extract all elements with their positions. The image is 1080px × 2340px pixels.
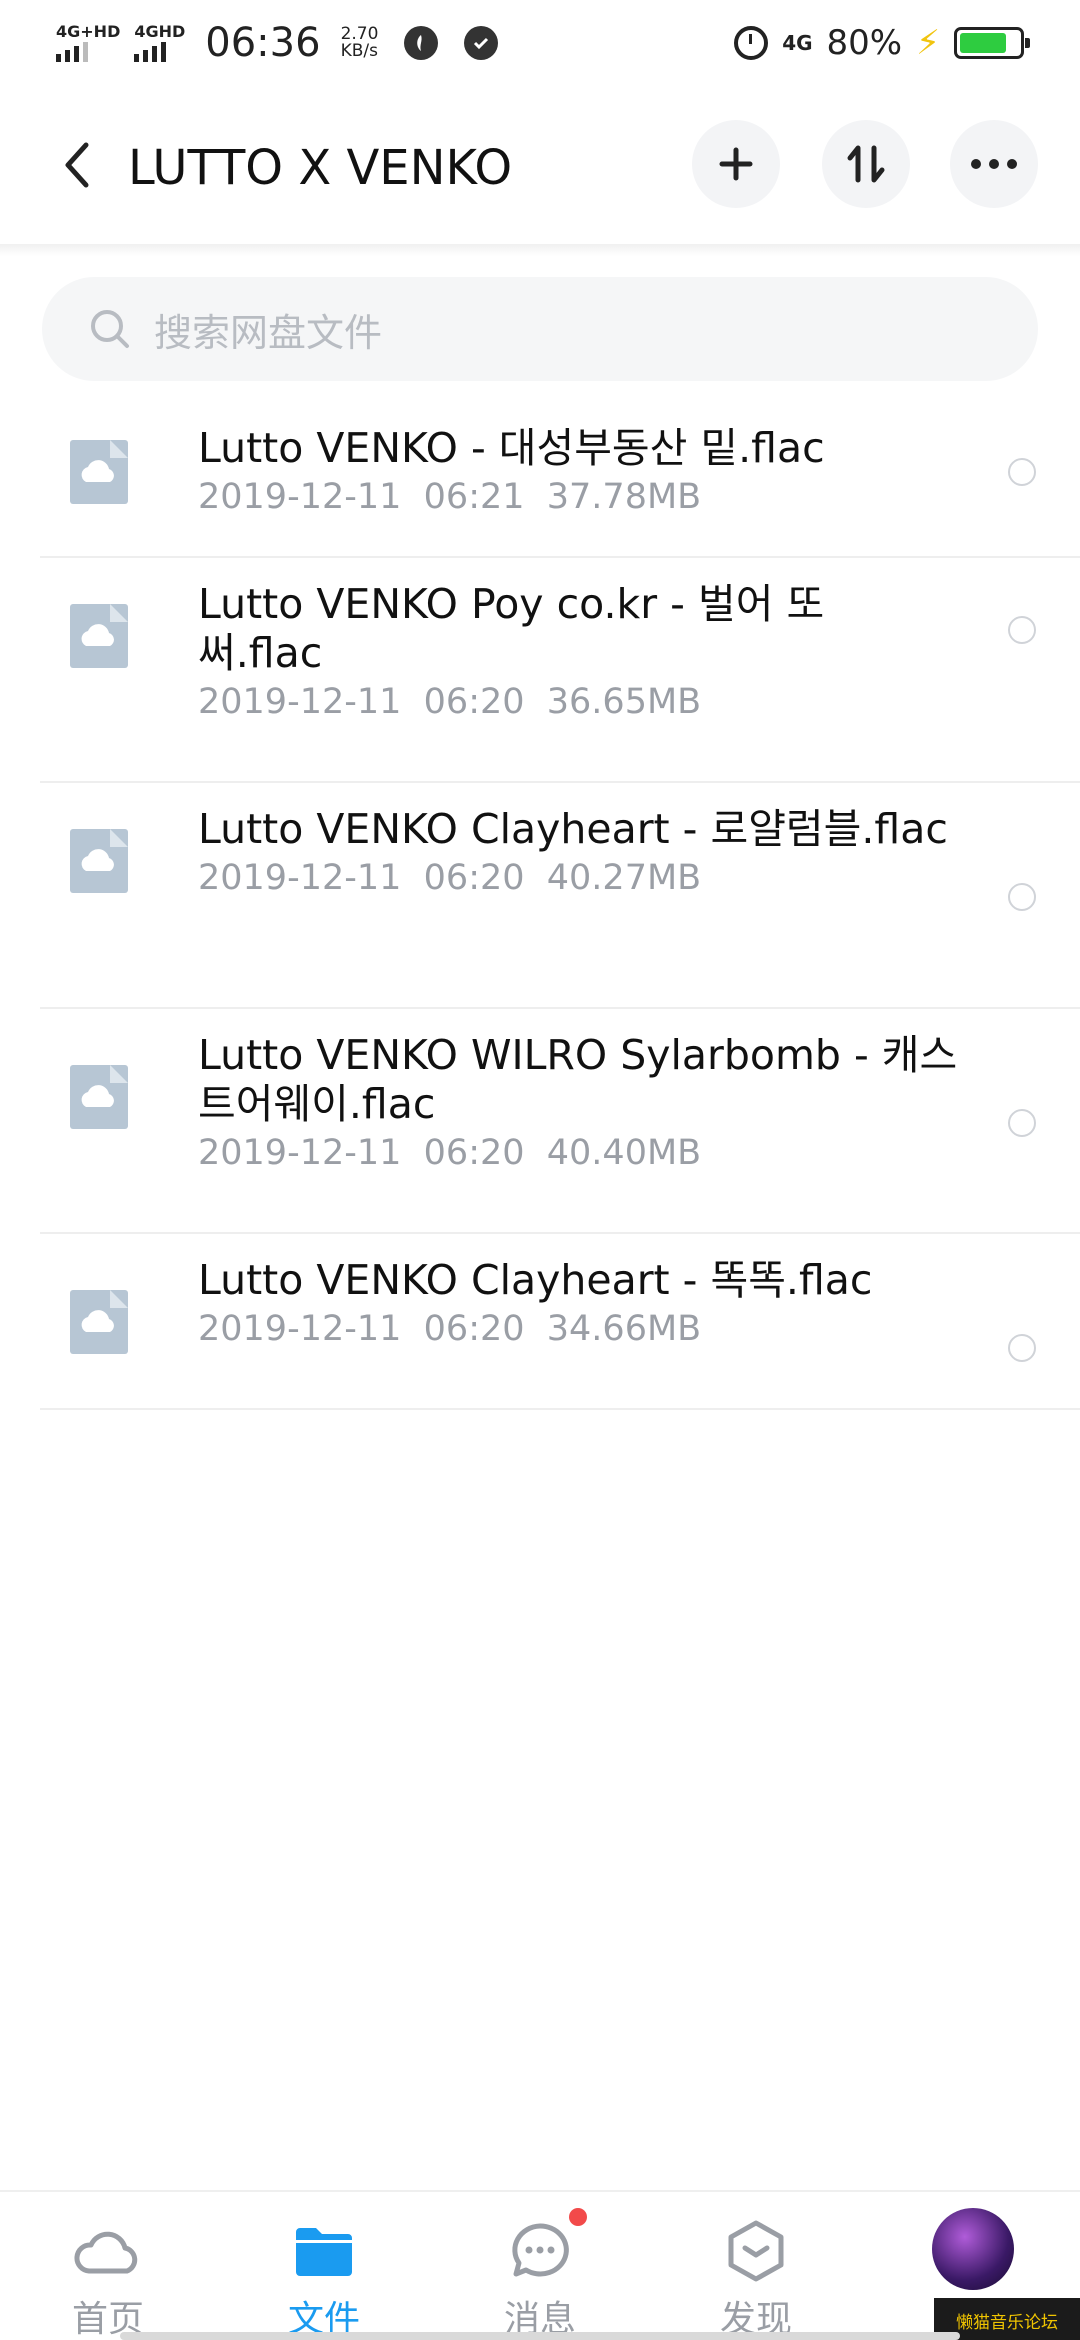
search-input[interactable]: 搜索网盘文件 [42, 277, 1038, 381]
select-checkbox[interactable] [1008, 1334, 1036, 1362]
file-meta: 2019-12-11 06:20 36.65MB [198, 682, 702, 722]
cloud-file-icon [70, 440, 128, 504]
file-meta: 2019-12-11 06:20 34.66MB [198, 1309, 702, 1349]
nav-messages[interactable]: 消息 [440, 2192, 640, 2340]
charging-icon: ⚡ [916, 23, 940, 63]
signal-bars-icon [134, 42, 167, 62]
file-row[interactable]: Lutto VENKO Poy co.kr - 벌어 또 써.flac 2019… [0, 558, 1080, 783]
more-icon [971, 159, 1017, 169]
battery-percent: 80% [826, 23, 903, 63]
nav-files[interactable]: 文件 [224, 2192, 424, 2340]
signal-bars-icon [56, 42, 88, 62]
file-name: Lutto VENKO - 대성부동산 밑.flac [198, 424, 825, 472]
sort-button[interactable] [822, 120, 910, 208]
file-name: Lutto VENKO WILRO Sylarbomb - 캐스트어웨이.fla… [198, 1031, 958, 1128]
row-divider [40, 1408, 1080, 1410]
network-type: 4G [782, 31, 813, 55]
sim2-label: 4GHD [134, 22, 186, 41]
file-row[interactable]: Lutto VENKO Clayheart - 로얄럼블.flac 2019-1… [0, 783, 1080, 1009]
file-name: Lutto VENKO Clayheart - 똑똑.flac [198, 1256, 873, 1304]
search-placeholder: 搜索网盘文件 [154, 310, 383, 355]
cloud-file-icon [70, 829, 128, 893]
file-name: Lutto VENKO Clayheart - 로얄럼블.flac [198, 805, 948, 853]
folder-icon [289, 2220, 359, 2282]
more-button[interactable] [950, 120, 1038, 208]
cloud-file-icon [70, 604, 128, 668]
page-title: LUTTO X VENKO [128, 140, 513, 196]
file-meta: 2019-12-11 06:20 40.27MB [198, 858, 702, 898]
sim1-label: 4G+HD [56, 22, 121, 41]
network-speed: 2.70 KB/s [341, 26, 379, 60]
nav-discover[interactable]: 发现 [656, 2192, 856, 2340]
nav-home[interactable]: 首页 [8, 2192, 208, 2340]
cloud-file-icon [70, 1290, 128, 1354]
app-notification-icon [404, 26, 439, 60]
cloud-file-icon [70, 1065, 128, 1129]
check-circle-icon [464, 26, 499, 60]
file-row[interactable]: Lutto VENKO Clayheart - 똑똑.flac 2019-12-… [0, 1234, 1080, 1410]
cloud-icon [73, 2220, 143, 2282]
status-bar: 4G+HD 4GHD 06:36 2.70 KB/s 4G 80% ⚡ [0, 0, 1080, 86]
select-checkbox[interactable] [1008, 883, 1036, 911]
select-checkbox[interactable] [1008, 1109, 1036, 1137]
file-row[interactable]: Lutto VENKO - 대성부동산 밑.flac 2019-12-11 06… [0, 400, 1080, 558]
battery-fill [960, 33, 1007, 53]
chat-icon [505, 2208, 587, 2282]
status-time: 06:36 [205, 20, 321, 66]
battery-icon [954, 27, 1030, 59]
search-icon [91, 310, 129, 348]
home-indicator[interactable] [120, 2332, 960, 2340]
plus-icon [719, 147, 753, 181]
speed-unit: KB/s [340, 41, 378, 61]
discover-icon [721, 2220, 791, 2282]
bottom-nav: 首页 文件 消息 发现 懒猫音乐论坛 [0, 2190, 1080, 2340]
top-bar: LUTTO X VENKO [0, 110, 1080, 220]
sim2-signal: 4GHD [134, 24, 185, 62]
file-meta: 2019-12-11 06:21 37.78MB [198, 477, 702, 517]
select-checkbox[interactable] [1008, 616, 1036, 644]
file-name: Lutto VENKO Poy co.kr - 벌어 또 써.flac [198, 580, 825, 677]
file-row[interactable]: Lutto VENKO WILRO Sylarbomb - 캐스트어웨이.fla… [0, 1009, 1080, 1234]
file-list: Lutto VENKO - 대성부동산 밑.flac 2019-12-11 06… [0, 400, 1080, 1410]
alarm-icon [734, 26, 769, 60]
back-arrow-icon[interactable] [52, 138, 102, 192]
add-button[interactable] [692, 120, 780, 208]
sim1-signal: 4G+HD [56, 24, 120, 62]
unread-badge [569, 2208, 587, 2226]
avatar[interactable] [932, 2208, 1014, 2290]
sort-icon [847, 145, 885, 183]
select-checkbox[interactable] [1008, 458, 1036, 486]
file-meta: 2019-12-11 06:20 40.40MB [198, 1133, 702, 1173]
header-divider [0, 244, 1080, 256]
